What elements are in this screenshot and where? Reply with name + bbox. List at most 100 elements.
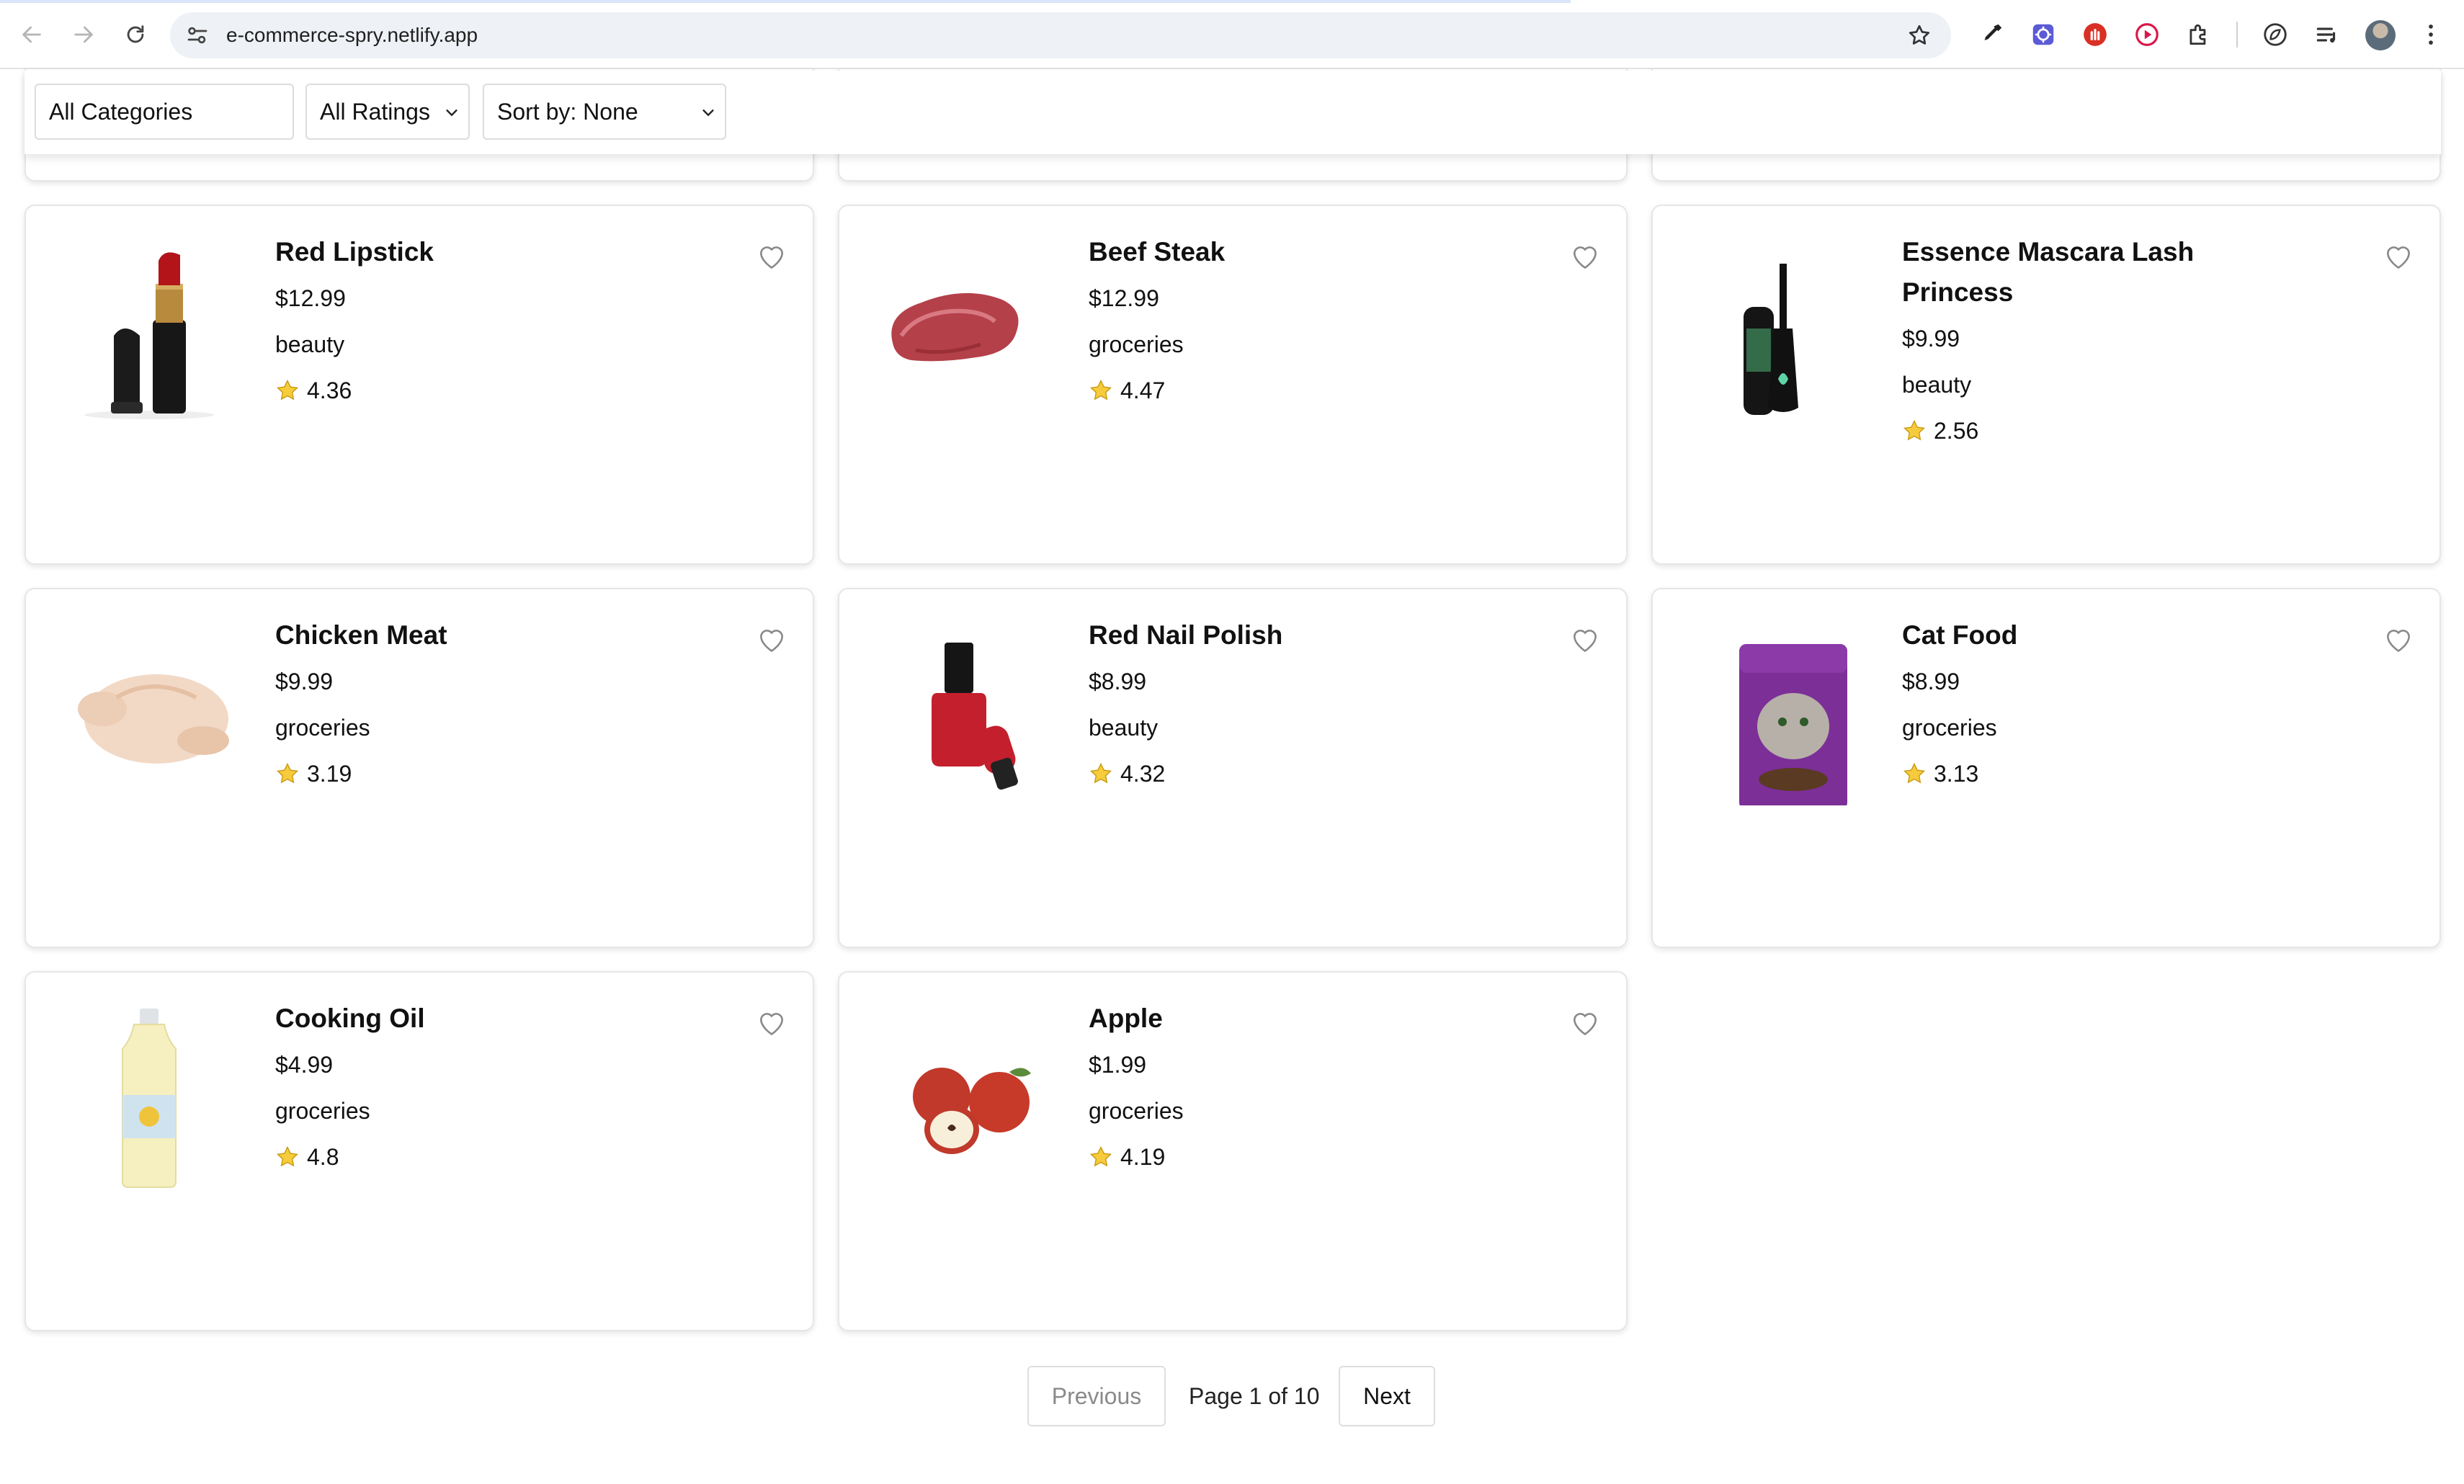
product-card[interactable]: Essence Mascara Lash Princess $9.99 beau… (1651, 205, 2441, 565)
category-select-value: All Categories (49, 99, 193, 125)
eyedropper-extension-icon[interactable] (1976, 19, 2007, 50)
heart-icon[interactable] (1568, 241, 1602, 272)
sort-select[interactable]: Sort by: None (483, 84, 726, 140)
product-category: groceries (1089, 1098, 1184, 1124)
product-rating: 4.36 (275, 376, 352, 405)
star-icon (276, 1145, 299, 1167)
heart-icon[interactable] (755, 624, 788, 656)
rating-select[interactable]: All Ratings (305, 84, 470, 140)
product-image-cat-food (1739, 644, 1847, 805)
product-name[interactable]: Cat Food (1902, 615, 2277, 656)
product-category: groceries (275, 1098, 370, 1124)
product-price: $12.99 (1089, 285, 1159, 311)
rating-select-value: All Ratings (320, 99, 430, 125)
product-card[interactable]: Cooking Oil $4.99 groceries 4.8 (24, 971, 814, 1331)
product-name[interactable]: Beef Steak (1089, 232, 1463, 272)
star-icon (276, 379, 299, 401)
product-rating: 4.32 (1089, 759, 1165, 788)
forward-arrow-icon (74, 26, 93, 43)
performance-leaf-icon[interactable] (2259, 19, 2291, 50)
product-price: $8.99 (1902, 669, 1960, 694)
back-button[interactable] (13, 16, 50, 53)
sort-select-value: Sort by: None (497, 99, 638, 125)
product-card[interactable]: Cat Food $8.99 groceries 3.13 (1651, 588, 2441, 948)
product-card[interactable]: Apple $1.99 groceries 4.19 (838, 971, 1628, 1331)
rating-value: 4.8 (307, 1144, 339, 1170)
rating-value: 2.56 (1934, 418, 1979, 444)
previous-page-button[interactable]: Previous (1027, 1366, 1166, 1426)
product-image-cooking-oil (122, 1009, 177, 1188)
site-settings-icon[interactable] (184, 22, 210, 48)
product-name[interactable]: Essence Mascara Lash Princess (1902, 232, 2277, 313)
heart-icon[interactable] (755, 241, 788, 272)
product-category: groceries (1902, 715, 1997, 741)
heart-icon[interactable] (1568, 1007, 1602, 1039)
product-name[interactable]: Chicken Meat (275, 615, 650, 656)
back-arrow-icon (22, 26, 41, 43)
star-icon (1089, 1145, 1112, 1167)
product-image-lipstick (84, 252, 214, 419)
product-price: $12.99 (275, 285, 346, 311)
heart-icon[interactable] (1568, 624, 1602, 656)
product-image-beef-steak (891, 292, 1019, 362)
rating-value: 4.32 (1120, 761, 1166, 787)
product-name[interactable]: Red Lipstick (275, 232, 650, 272)
extension-red-hand-icon[interactable] (2079, 19, 2111, 50)
category-select[interactable]: All Categories (35, 84, 294, 140)
star-icon (1089, 762, 1112, 784)
product-rating: 3.19 (275, 759, 352, 788)
rating-value: 3.13 (1934, 761, 1979, 787)
chevron-down-icon (446, 109, 457, 117)
product-category: beauty (1089, 715, 1159, 741)
product-card[interactable]: Red Nail Polish $8.99 beauty 4.32 (838, 588, 1628, 948)
next-page-button[interactable]: Next (1339, 1366, 1435, 1426)
extension-blue-icon[interactable] (2027, 19, 2059, 50)
browser-menu-icon[interactable] (2415, 19, 2447, 50)
product-image-nail-polish (932, 643, 1018, 790)
product-rating: 3.13 (1902, 759, 1978, 788)
product-card[interactable]: Beef Steak $12.99 groceries 4.47 (838, 205, 1628, 565)
product-category: groceries (275, 715, 370, 741)
product-category: beauty (275, 331, 345, 357)
bookmark-star-icon[interactable] (1906, 22, 1932, 48)
rating-value: 4.19 (1120, 1144, 1166, 1170)
product-image-chicken (78, 674, 229, 764)
forward-button[interactable] (65, 16, 102, 53)
chevron-down-icon (702, 109, 714, 117)
reload-button[interactable] (117, 16, 154, 53)
product-category: groceries (1089, 331, 1184, 357)
toolbar-divider (2236, 22, 2238, 48)
product-rating: 4.8 (275, 1143, 339, 1171)
product-name[interactable]: Cooking Oil (275, 998, 650, 1039)
product-rating: 4.47 (1089, 376, 1165, 405)
address-bar[interactable]: e-commerce-spry.netlify.app (170, 12, 1951, 58)
heart-icon[interactable] (2382, 241, 2415, 272)
rating-value: 4.47 (1120, 377, 1166, 403)
product-rating: 4.19 (1089, 1143, 1165, 1171)
product-price: $8.99 (1089, 669, 1147, 694)
product-price: $1.99 (1089, 1052, 1147, 1078)
star-icon (1903, 762, 1926, 784)
extension-play-icon[interactable] (2131, 19, 2163, 50)
star-icon (276, 762, 299, 784)
extensions-puzzle-icon[interactable] (2183, 19, 2215, 50)
page-indicator: Page 1 of 10 (1189, 1383, 1320, 1409)
rating-value: 3.19 (307, 761, 352, 787)
reload-icon (127, 25, 144, 43)
browser-toolbar: e-commerce-spry.netlify.app (0, 0, 2464, 69)
profile-avatar[interactable] (2365, 20, 2396, 50)
star-icon (1903, 419, 1926, 441)
product-name[interactable]: Apple (1089, 998, 1463, 1039)
product-name[interactable]: Red Nail Polish (1089, 615, 1463, 656)
media-queue-icon[interactable] (2311, 19, 2343, 50)
product-card[interactable]: Red Lipstick $12.99 beauty 4.36 (24, 205, 814, 565)
heart-icon[interactable] (2382, 624, 2415, 656)
product-card[interactable]: Chicken Meat $9.99 groceries 3.19 (24, 588, 814, 948)
product-image-mascara (1744, 264, 1798, 415)
url-text: e-commerce-spry.netlify.app (226, 24, 478, 46)
heart-icon[interactable] (755, 1007, 788, 1039)
product-rating: 2.56 (1902, 416, 1978, 445)
product-image-apple (913, 1068, 1031, 1154)
star-icon (1089, 379, 1112, 401)
product-category: beauty (1902, 372, 1972, 398)
